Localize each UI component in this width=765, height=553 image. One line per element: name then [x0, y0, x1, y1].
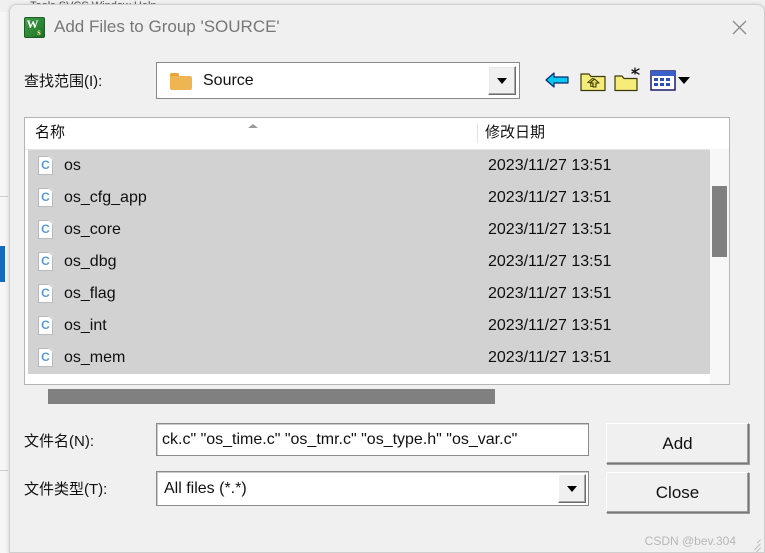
file-date-cell: 2023/11/27 13:51	[488, 189, 612, 206]
app-icon-letter-s: s	[37, 27, 41, 37]
folder-up-icon	[580, 73, 606, 92]
file-type-label: 文件类型(T):	[24, 481, 108, 498]
file-icon-letter: C	[41, 286, 50, 300]
file-name-cell: os	[64, 157, 81, 174]
chevron-down-icon	[678, 77, 690, 84]
file-list-horizontal-scrollbar[interactable]	[24, 386, 730, 408]
parent-tab-divider	[0, 196, 8, 197]
table-row[interactable]: Cos_int 2023/11/27 13:51	[28, 310, 725, 342]
file-icon-letter: C	[41, 350, 50, 364]
close-icon	[732, 20, 747, 35]
views-grid-icon	[650, 70, 676, 91]
file-list-vertical-scrollbar[interactable]	[710, 149, 729, 384]
file-icon-letter: C	[41, 190, 50, 204]
vertical-scrollbar-thumb[interactable]	[712, 186, 727, 257]
column-header-name[interactable]: 名称	[35, 122, 65, 144]
add-files-dialog: W s Add Files to Group 'SOURCE' 查找范围(I):…	[9, 4, 765, 553]
table-row[interactable]: Cos_flag 2023/11/27 13:51	[28, 278, 725, 310]
file-date-cell: 2023/11/27 13:51	[488, 349, 612, 366]
c-source-file-icon: C	[38, 284, 53, 303]
c-source-file-icon: C	[38, 252, 53, 271]
close-button[interactable]: Close	[606, 472, 749, 513]
table-row[interactable]: Cos_core 2023/11/27 13:51	[28, 214, 725, 246]
file-name-value: ck.c" "os_time.c" "os_tmr.c" "os_type.h"…	[162, 431, 518, 448]
file-icon-letter: C	[41, 318, 50, 332]
views-button[interactable]	[648, 65, 678, 95]
horizontal-scrollbar-thumb[interactable]	[48, 389, 495, 404]
file-name-cell: os_mem	[64, 349, 126, 366]
file-date-cell: 2023/11/27 13:51	[488, 221, 612, 238]
look-in-dropdown-button[interactable]	[488, 66, 516, 95]
back-arrow-icon	[545, 72, 569, 88]
c-source-file-icon: C	[38, 220, 53, 239]
dialog-title: Add Files to Group 'SOURCE'	[54, 17, 280, 36]
file-name-cell: os_cfg_app	[64, 189, 147, 206]
add-button[interactable]: Add	[606, 423, 749, 464]
table-row[interactable]: Cos 2023/11/27 13:51	[28, 150, 725, 182]
table-row[interactable]: Cos_mem 2023/11/27 13:51	[28, 342, 725, 374]
file-name-cell: os_flag	[64, 285, 116, 302]
chevron-down-icon	[497, 78, 507, 84]
chevron-down-icon	[567, 486, 577, 492]
file-type-dropdown-button[interactable]	[558, 474, 586, 503]
file-icon-letter: C	[41, 222, 50, 236]
table-row[interactable]: Cos_cfg_app 2023/11/27 13:51	[28, 182, 725, 214]
file-icon-letter: C	[41, 158, 50, 172]
file-date-cell: 2023/11/27 13:51	[488, 253, 612, 270]
file-icon-letter: C	[41, 254, 50, 268]
folder-icon	[170, 73, 192, 90]
up-one-level-button[interactable]	[578, 65, 608, 95]
file-name-cell: os_core	[64, 221, 121, 238]
column-header-date-modified[interactable]: 修改日期	[485, 122, 545, 144]
create-new-folder-button[interactable]	[613, 65, 643, 95]
new-folder-icon	[614, 67, 640, 92]
watermark: CSDN @bev.304	[644, 534, 736, 548]
file-type-combobox[interactable]: All files (*.*)	[156, 471, 589, 506]
file-name-input[interactable]: ck.c" "os_time.c" "os_tmr.c" "os_type.h"…	[156, 423, 589, 456]
file-date-cell: 2023/11/27 13:51	[488, 317, 612, 334]
file-name-label: 文件名(N):	[24, 433, 94, 450]
file-list-header: 名称 修改日期	[25, 118, 729, 150]
look-in-label: 查找范围(I):	[24, 73, 103, 90]
file-list-rows: Cos 2023/11/27 13:51 Cos_cfg_app 2023/11/27…	[25, 149, 729, 384]
file-date-cell: 2023/11/27 13:51	[488, 285, 612, 302]
file-list-panel: 名称 修改日期 Cos 2023/11/27 13:51 Cos_cfg_app 20…	[24, 117, 730, 385]
parent-selected-item-accent	[0, 246, 5, 282]
column-divider	[477, 124, 478, 143]
look-in-value: Source	[203, 72, 254, 89]
file-type-value: All files (*.*)	[164, 480, 247, 497]
back-button[interactable]	[543, 65, 573, 95]
c-source-file-icon: C	[38, 188, 53, 207]
dialog-titlebar[interactable]: W s Add Files to Group 'SOURCE'	[10, 5, 764, 49]
table-row[interactable]: Cos_dbg 2023/11/27 13:51	[28, 246, 725, 278]
parent-bottom-divider	[0, 470, 8, 471]
c-source-file-icon: C	[38, 348, 53, 367]
sort-ascending-icon	[248, 124, 258, 128]
resize-grip[interactable]	[745, 534, 761, 552]
file-date-cell: 2023/11/27 13:51	[488, 157, 612, 174]
close-window-button[interactable]	[717, 7, 761, 45]
c-source-file-icon: C	[38, 316, 53, 335]
file-name-cell: os_int	[64, 317, 107, 334]
views-dropdown-button[interactable]	[676, 73, 692, 87]
look-in-combobox[interactable]: Source	[156, 62, 520, 99]
file-name-cell: os_dbg	[64, 253, 117, 270]
c-source-file-icon: C	[38, 156, 53, 175]
keil-uvision-icon: W s	[24, 17, 45, 38]
